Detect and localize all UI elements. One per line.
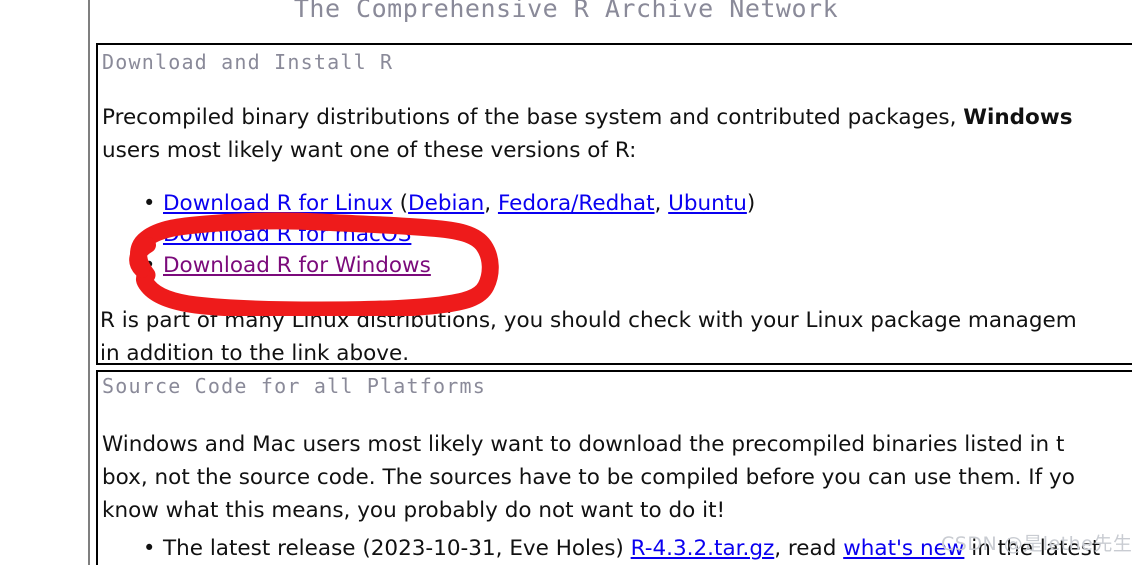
intro-text-line1: Precompiled binary distributions of the … [102, 105, 964, 130]
intro-bold-windows: Windows [963, 105, 1073, 130]
paren-close: ) [746, 191, 756, 216]
link-debian[interactable]: Debian [408, 191, 484, 216]
source-code-legend: Source Code for all Platforms [102, 374, 486, 398]
link-r-tarball[interactable]: R-4.3.2.tar.gz [631, 536, 775, 561]
outro-line1: R is part of many Linux distributions, y… [100, 308, 1077, 333]
source-code-paragraph: Windows and Mac users most likely want t… [102, 428, 1075, 527]
outro-line2: in addition to the link above. [100, 341, 410, 366]
release-prefix-text: The latest release (2023-10-31, Eve Hole… [163, 536, 631, 561]
release-mid-text: , read [774, 536, 844, 561]
list-item: Download R for macOS [140, 219, 755, 250]
link-ubuntu[interactable]: Ubuntu [668, 191, 747, 216]
download-outro-paragraph: R is part of many Linux distributions, y… [100, 304, 1077, 370]
comma-1: , [484, 191, 498, 216]
cran-page: The Comprehensive R Archive Network Down… [0, 0, 1132, 565]
intro-text-line2: users most likely want one of these vers… [102, 138, 637, 163]
paren-open: ( [392, 191, 409, 216]
link-download-r-windows[interactable]: Download R for Windows [163, 253, 431, 278]
download-install-legend: Download and Install R [102, 50, 394, 74]
download-intro-paragraph: Precompiled binary distributions of the … [102, 101, 1073, 167]
download-links-list: Download R for Linux (Debian, Fedora/Red… [140, 188, 755, 281]
source-line1: Windows and Mac users most likely want t… [102, 432, 1065, 457]
source-line2: box, not the source code. The sources ha… [102, 465, 1075, 490]
link-download-r-linux[interactable]: Download R for Linux [163, 191, 393, 216]
csdn-watermark: CSDN @是lethe先生 [941, 533, 1132, 555]
link-download-r-macos[interactable]: Download R for macOS [163, 222, 411, 247]
source-line3: know what this means, you probably do no… [102, 498, 726, 523]
list-item: Download R for Windows [140, 250, 755, 281]
link-fedora-redhat[interactable]: Fedora/Redhat [498, 191, 655, 216]
list-item: Download R for Linux (Debian, Fedora/Red… [140, 188, 755, 219]
comma-2: , [654, 191, 669, 216]
